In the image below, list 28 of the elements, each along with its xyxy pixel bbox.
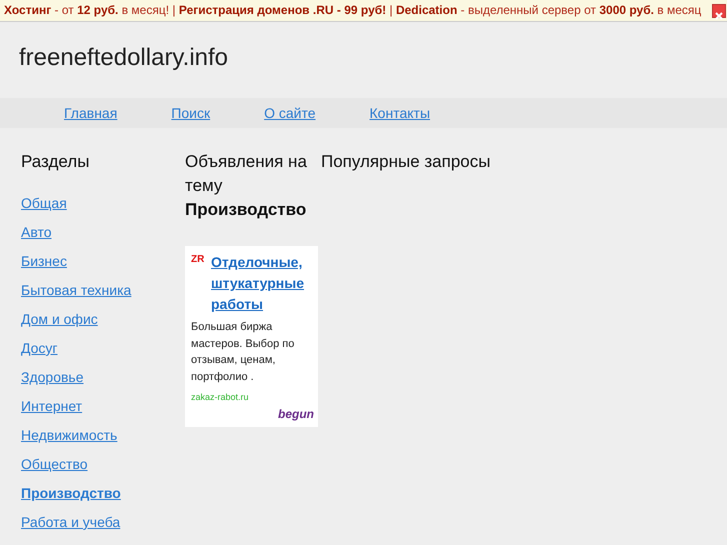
promo-text: Хостинг - от 12 руб. в месяц! | Регистрация доменов .RU - 99 руб! | Dedication - выделенный сервер от 3000 руб. в месяц (4, 3, 702, 17)
sidebar-link[interactable]: Досуг (21, 340, 58, 356)
sidebar-link[interactable]: Работа и учеба (21, 514, 120, 530)
ad-domain: zakaz-rabot.ru (191, 391, 250, 404)
sidebar-link[interactable]: Общество (21, 456, 88, 472)
sidebar-link[interactable]: Общая (21, 195, 67, 211)
ad-logo: ZR (191, 253, 206, 267)
nav-link[interactable]: Контакты (370, 102, 430, 124)
sidebar-link[interactable]: Производство (21, 485, 121, 501)
sidebar-title: Разделы (21, 151, 90, 173)
nav-link[interactable]: Поиск (171, 102, 210, 124)
ads-title: Объявления на тему (185, 151, 308, 197)
sidebar-link[interactable]: Бизнес (21, 253, 67, 269)
nav-link[interactable]: Главная (64, 102, 118, 124)
close-icon[interactable] (712, 4, 726, 18)
site-title: freeneftedollary.info (19, 44, 228, 71)
sidebar-link[interactable]: Дом и офис (21, 311, 98, 327)
ad-description: Большая биржа мастеров. Выбор по отзывам, ценам, портфолио . (191, 320, 296, 384)
sidebar-link[interactable]: Здоровье (21, 369, 84, 385)
sidebar-link[interactable]: Авто (21, 224, 52, 240)
sidebar-link[interactable]: Интернет (21, 398, 82, 414)
sidebar-link[interactable]: Бытовая техника (21, 282, 132, 298)
ad-headline-link[interactable]: Отделочные, штукатурные работы (211, 252, 314, 315)
ads-topic: Производство (185, 199, 308, 221)
nav-link[interactable]: О сайте (264, 102, 316, 124)
sidebar-link[interactable]: Недвижимость (21, 427, 118, 443)
ad-network-label: begun (277, 406, 314, 422)
popular-title: Популярные запросы (321, 151, 490, 173)
